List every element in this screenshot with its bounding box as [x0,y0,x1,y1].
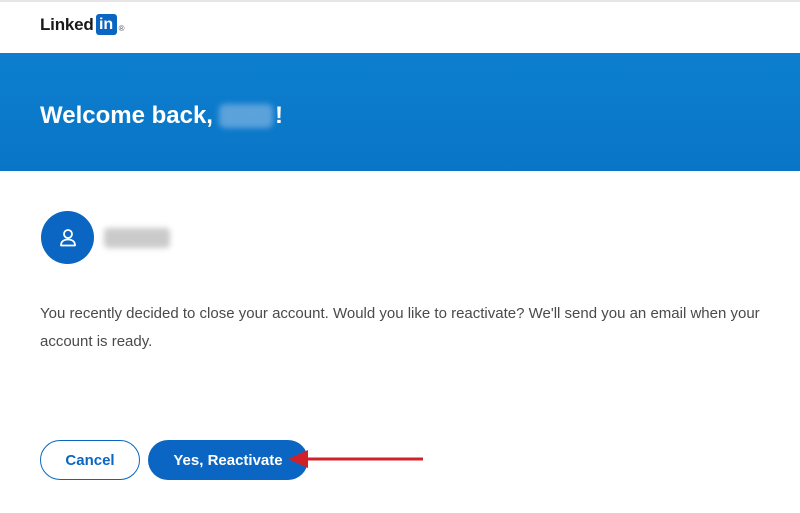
cancel-button[interactable]: Cancel [40,440,140,480]
welcome-text: Welcome back, [40,102,213,129]
welcome-exclamation: ! [274,102,283,129]
person-outline-icon [59,228,76,246]
logo-wordmark: Linked [40,14,94,34]
reactivation-page: Linked in ® Welcome back, ! You recently… [0,0,800,513]
header: Linked in ® [0,2,800,53]
reactivation-message: You recently decided to close your accou… [40,305,760,350]
linkedin-logo[interactable]: Linked in ® [40,14,125,35]
red-arrow-annotation [288,450,423,468]
redacted-username [104,228,170,248]
reactivate-button[interactable]: Yes, Reactivate [148,440,308,480]
avatar [41,211,94,264]
registered-mark: ® [118,23,125,33]
redacted-first-name [218,104,273,128]
logo-in-badge: in [95,14,117,35]
welcome-heading: Welcome back, ! [40,101,283,131]
